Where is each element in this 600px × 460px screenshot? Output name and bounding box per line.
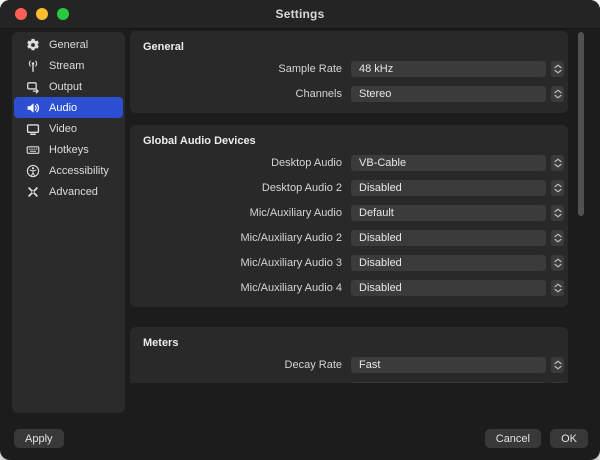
setting-label: Mic/Auxiliary Audio 3 bbox=[240, 257, 343, 269]
setting-row: Peak Meter Type Sample Peak bbox=[130, 382, 564, 383]
stepper-button[interactable] bbox=[551, 357, 564, 373]
section-global-audio-devices: Global Audio Devices Desktop Audio VB-Ca… bbox=[130, 125, 568, 307]
combobox[interactable]: Disabled bbox=[351, 280, 546, 296]
combobox-value: Disabled bbox=[359, 232, 402, 244]
section-meters: Meters Decay Rate Fast Peak Meter Type S… bbox=[130, 327, 568, 383]
sidebar-item-accessibility[interactable]: Accessibility bbox=[14, 160, 123, 181]
sidebar-item-advanced[interactable]: Advanced bbox=[14, 181, 123, 202]
apply-button[interactable]: Apply bbox=[14, 429, 64, 448]
sidebar-item-general[interactable]: General bbox=[14, 34, 123, 55]
speaker-icon bbox=[27, 102, 39, 113]
stepper-arrows-icon bbox=[553, 233, 562, 243]
stepper-button[interactable] bbox=[551, 205, 564, 221]
setting-label: Channels bbox=[295, 88, 342, 100]
setting-row: Mic/Auxiliary Audio Default bbox=[130, 205, 564, 221]
combobox-value: Disabled bbox=[359, 182, 402, 194]
cancel-button[interactable]: Cancel bbox=[484, 429, 541, 448]
display-icon bbox=[26, 123, 39, 135]
setting-label: Desktop Audio 2 bbox=[261, 182, 342, 194]
settings-window: Settings General Stream Output Audio Vid… bbox=[0, 0, 600, 460]
setting-row: Desktop Audio VB-Cable bbox=[130, 155, 564, 171]
stepper-arrows-icon bbox=[553, 208, 562, 218]
stepper-arrows-icon bbox=[553, 89, 562, 99]
combobox-value: Disabled bbox=[359, 257, 402, 269]
antenna-icon bbox=[28, 60, 37, 72]
gear-icon bbox=[26, 38, 39, 50]
combobox-value: Default bbox=[359, 207, 394, 219]
keyboard-icon bbox=[26, 145, 39, 154]
combobox[interactable]: Fast bbox=[351, 357, 546, 373]
sidebar-item-video[interactable]: Video bbox=[14, 118, 123, 139]
ok-button[interactable]: OK bbox=[550, 429, 588, 448]
zoom-button[interactable] bbox=[57, 8, 69, 20]
setting-row: Channels Stereo bbox=[130, 86, 564, 102]
section-title: Meters bbox=[143, 337, 179, 349]
stepper-button[interactable] bbox=[551, 280, 564, 296]
setting-row: Mic/Auxiliary Audio 2 Disabled bbox=[130, 230, 564, 246]
stepper-arrows-icon bbox=[553, 64, 562, 74]
sidebar-item-stream[interactable]: Stream bbox=[14, 55, 123, 76]
setting-label: Mic/Auxiliary Audio 2 bbox=[240, 232, 343, 244]
window-title: Settings bbox=[275, 7, 325, 21]
traffic-lights bbox=[15, 8, 69, 20]
combobox[interactable]: Disabled bbox=[351, 180, 546, 196]
combobox[interactable]: Disabled bbox=[351, 255, 546, 271]
sidebar-item-hotkeys[interactable]: Hotkeys bbox=[14, 139, 123, 160]
close-button[interactable] bbox=[15, 8, 27, 20]
combobox-value: Fast bbox=[359, 359, 381, 371]
setting-row: Sample Rate 48 kHz bbox=[130, 61, 564, 77]
titlebar: Settings bbox=[0, 0, 600, 29]
minimize-button[interactable] bbox=[36, 8, 48, 20]
stepper-button[interactable] bbox=[551, 61, 564, 77]
vertical-scrollbar-thumb[interactable] bbox=[578, 32, 584, 216]
setting-row: Mic/Auxiliary Audio 3 Disabled bbox=[130, 255, 564, 271]
stepper-arrows-icon bbox=[553, 258, 562, 268]
stepper-arrows-icon bbox=[553, 360, 562, 370]
stepper-button[interactable] bbox=[551, 86, 564, 102]
setting-label: Sample Rate bbox=[278, 63, 342, 75]
combobox[interactable]: Stereo bbox=[351, 86, 546, 102]
stepper-button[interactable] bbox=[551, 155, 564, 171]
stepper-arrows-icon bbox=[553, 158, 562, 168]
stepper-arrows-icon bbox=[553, 183, 562, 193]
settings-sidebar: General Stream Output Audio Video Hotkey… bbox=[12, 32, 125, 413]
combobox[interactable]: 48 kHz bbox=[351, 61, 546, 77]
section-title: Global Audio Devices bbox=[143, 135, 256, 147]
sidebar-item-audio[interactable]: Audio bbox=[14, 97, 123, 118]
stepper-button[interactable] bbox=[551, 230, 564, 246]
setting-row: Mic/Auxiliary Audio 4 Disabled bbox=[130, 280, 564, 296]
setting-row: Desktop Audio 2 Disabled bbox=[130, 180, 564, 196]
combobox[interactable]: Sample Peak bbox=[351, 382, 546, 383]
setting-label: Decay Rate bbox=[284, 359, 342, 371]
stepper-button[interactable] bbox=[551, 382, 564, 383]
combobox-value: VB-Cable bbox=[359, 157, 407, 169]
setting-label: Mic/Auxiliary Audio bbox=[249, 207, 342, 219]
section-general: General Sample Rate 48 kHz Channels Ster… bbox=[130, 31, 568, 113]
setting-row: Decay Rate Fast bbox=[130, 357, 564, 373]
sidebar-item-output[interactable]: Output bbox=[14, 76, 123, 97]
accessibility-icon bbox=[26, 164, 39, 177]
combobox[interactable]: Default bbox=[351, 205, 546, 221]
output-icon bbox=[26, 81, 39, 94]
settings-scroll-area: General Sample Rate 48 kHz Channels Ster… bbox=[130, 28, 568, 383]
stepper-button[interactable] bbox=[551, 180, 564, 196]
stepper-arrows-icon bbox=[553, 283, 562, 293]
setting-label: Desktop Audio bbox=[271, 157, 342, 169]
setting-label: Mic/Auxiliary Audio 4 bbox=[240, 282, 343, 294]
combobox-value: 48 kHz bbox=[359, 63, 394, 75]
combobox[interactable]: Disabled bbox=[351, 230, 546, 246]
combobox[interactable]: VB-Cable bbox=[351, 155, 546, 171]
section-title: General bbox=[143, 41, 184, 53]
crossed-tools-icon bbox=[27, 186, 38, 197]
combobox-value: Disabled bbox=[359, 282, 402, 294]
stepper-button[interactable] bbox=[551, 255, 564, 271]
combobox-value: Stereo bbox=[359, 88, 392, 100]
